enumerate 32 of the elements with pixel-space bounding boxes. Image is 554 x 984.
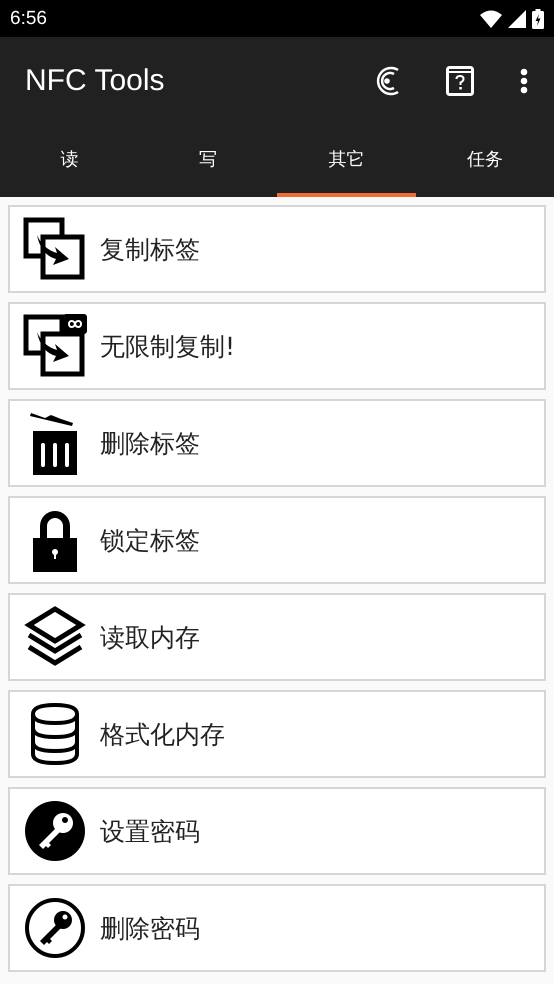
menu-item[interactable]: 无限制复制!: [8, 302, 546, 390]
menu-item-label: 复制标签: [100, 234, 200, 266]
battery-icon: [532, 8, 544, 28]
status-time: 6:56: [10, 8, 47, 30]
tab[interactable]: 任务: [416, 124, 554, 197]
help-book-icon[interactable]: [446, 66, 474, 96]
signal-icon: [508, 10, 526, 28]
tab[interactable]: 其它: [277, 124, 416, 197]
menu-item-label: 无限制复制!: [100, 330, 236, 362]
more-icon[interactable]: [520, 68, 528, 94]
menu-item-label: 格式化内存: [100, 718, 225, 750]
app-title: NFC Tools: [25, 64, 164, 98]
menu-item-label: 读取内存: [100, 622, 200, 654]
menu-item-label: 设置密码: [100, 816, 200, 848]
wifi-icon: [480, 10, 502, 28]
tab[interactable]: 读: [0, 124, 138, 197]
copy-infinity-icon: [23, 314, 87, 378]
menu-item[interactable]: 复制标签: [8, 205, 546, 293]
key-ring-icon: [23, 896, 87, 960]
menu-item[interactable]: 读取内存: [8, 593, 546, 681]
copy-icon: [23, 217, 87, 281]
menu-item[interactable]: 格式化内存: [8, 690, 546, 778]
menu-item[interactable]: 设置密码: [8, 787, 546, 875]
layers-icon: [23, 605, 87, 669]
key-circle-icon: [23, 799, 87, 863]
menu-item[interactable]: 删除标签: [8, 399, 546, 487]
menu-item[interactable]: 锁定标签: [8, 496, 546, 584]
tab[interactable]: 写: [138, 124, 277, 197]
menu-item-label: 锁定标签: [100, 524, 200, 556]
menu-item-label: 删除标签: [100, 428, 200, 460]
menu-item-label: 删除密码: [100, 912, 200, 944]
menu-item[interactable]: 删除密码: [8, 884, 546, 972]
